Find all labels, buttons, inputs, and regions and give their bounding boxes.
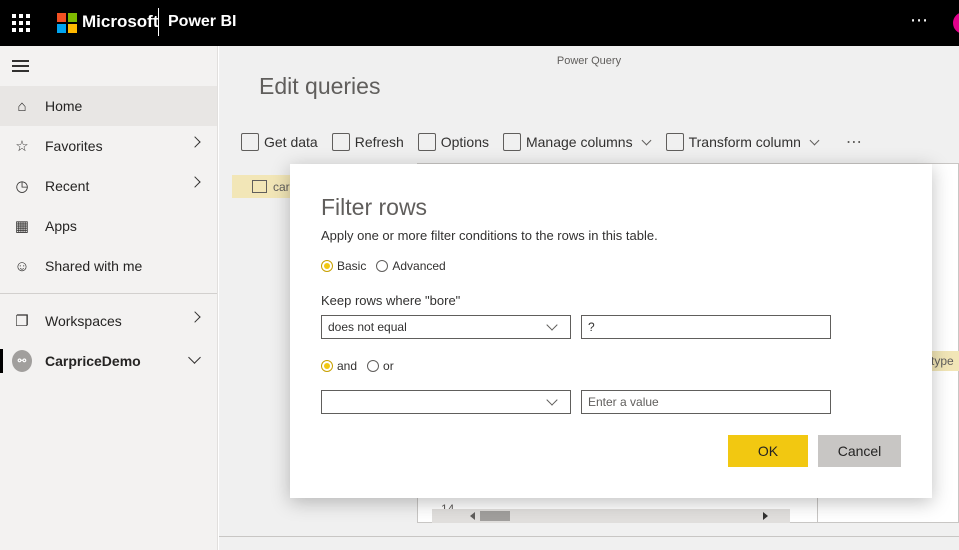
dialog-title: Filter rows xyxy=(321,194,428,220)
app-launcher-icon[interactable] xyxy=(12,14,30,32)
advanced-radio[interactable] xyxy=(376,260,389,272)
more-options-icon[interactable]: ⋯ xyxy=(910,10,929,31)
advanced-label[interactable]: Advanced xyxy=(392,259,445,273)
brand-divider xyxy=(158,8,159,36)
nav-item-carpricedemo[interactable]: ⚯ CarpriceDemo xyxy=(0,341,217,381)
nav-item-label: Favorites xyxy=(45,138,103,154)
transform-icon xyxy=(665,133,684,151)
left-nav: ⌂ Home ☆ Favorites ◷ Recent ▦ Apps ☺ Sha… xyxy=(0,46,218,550)
chevron-down-icon[interactable] xyxy=(188,351,201,364)
apps-icon: ▦ xyxy=(14,218,30,235)
clock-icon: ◷ xyxy=(15,178,29,195)
options-icon xyxy=(417,133,436,151)
nav-item-shared-with-me[interactable]: ☺ Shared with me xyxy=(0,246,217,286)
nav-item-workspaces[interactable]: ❐ Workspaces xyxy=(0,301,217,341)
basic-label[interactable]: Basic xyxy=(337,259,366,273)
microsoft-logo-icon xyxy=(57,13,77,33)
nav-item-apps[interactable]: ▦ Apps xyxy=(0,206,217,246)
refresh-button[interactable]: Refresh xyxy=(331,133,404,151)
mode-radio-group: Basic Advanced xyxy=(321,259,446,273)
chevron-down-icon xyxy=(546,394,558,406)
condition2-value-input[interactable] xyxy=(581,390,831,414)
power-query-title: Power Query xyxy=(556,55,622,67)
nav-item-recent[interactable]: ◷ Recent xyxy=(0,166,217,206)
user-avatar[interactable] xyxy=(953,12,959,34)
scroll-left-icon[interactable] xyxy=(470,512,475,520)
nav-divider xyxy=(0,293,217,294)
transform-column-button[interactable]: Transform column xyxy=(665,133,820,151)
columns-icon xyxy=(502,133,521,151)
get-data-button[interactable]: Get data xyxy=(241,133,318,151)
or-radio[interactable] xyxy=(367,360,380,372)
nav-item-label: CarpriceDemo xyxy=(45,353,141,369)
microsoft-brand: Microsoft xyxy=(82,12,159,31)
workspaces-icon: ❐ xyxy=(15,313,29,330)
basic-radio[interactable] xyxy=(321,260,333,272)
refresh-label: Refresh xyxy=(354,134,404,150)
condition1-operator-select[interactable]: does not equal xyxy=(321,315,571,339)
scroll-right-icon[interactable] xyxy=(763,512,768,520)
nav-item-home[interactable]: ⌂ Home xyxy=(0,86,217,126)
dialog-description: Apply one or more filter conditions to t… xyxy=(321,228,658,243)
nav-item-label: Workspaces xyxy=(45,313,122,329)
condition1-value-input[interactable] xyxy=(581,315,831,339)
query-name: car xyxy=(273,179,290,194)
and-label[interactable]: and xyxy=(337,359,357,373)
nav-item-label: Recent xyxy=(45,178,90,194)
logic-radio-group: and or xyxy=(321,359,394,373)
condition1-operator-value: does not equal xyxy=(328,320,407,334)
pq-toolbar: Get data Refresh Options Manage columns … xyxy=(219,122,959,162)
shared-icon: ☺ xyxy=(14,257,30,275)
table-icon xyxy=(252,180,267,193)
star-icon: ☆ xyxy=(15,138,29,155)
chevron-right-icon[interactable] xyxy=(189,136,201,148)
options-label: Options xyxy=(440,134,489,150)
filter-rows-dialog: Filter rows Apply one or more filter con… xyxy=(290,164,932,498)
and-radio[interactable] xyxy=(321,360,333,372)
refresh-icon xyxy=(331,133,350,151)
hamburger-menu-icon[interactable] xyxy=(12,60,29,72)
manage-columns-button[interactable]: Manage columns xyxy=(502,133,652,151)
transform-column-label: Transform column xyxy=(688,134,801,150)
top-bar: Microsoft Power BI ⋯ xyxy=(0,0,959,46)
home-icon: ⌂ xyxy=(17,97,27,115)
footer-divider xyxy=(219,536,959,537)
nav-item-favorites[interactable]: ☆ Favorites xyxy=(0,126,217,166)
options-button[interactable]: Options xyxy=(417,133,489,151)
more-commands-icon[interactable]: ⋯ xyxy=(846,132,863,152)
cancel-button[interactable]: Cancel xyxy=(818,435,901,467)
current-indicator xyxy=(0,349,3,373)
get-data-label: Get data xyxy=(264,134,318,150)
chevron-down-icon xyxy=(546,319,558,331)
chevron-right-icon[interactable] xyxy=(189,176,201,188)
manage-columns-label: Manage columns xyxy=(525,134,633,150)
chevron-down-icon xyxy=(641,135,652,145)
workspace-avatar-icon: ⚯ xyxy=(12,350,32,372)
chevron-down-icon xyxy=(809,135,820,145)
nav-item-label: Shared with me xyxy=(45,258,143,274)
nav-item-label: Apps xyxy=(45,218,77,234)
document-icon xyxy=(241,133,259,151)
keep-rows-label: Keep rows where "bore" xyxy=(321,293,461,308)
or-label[interactable]: or xyxy=(383,359,394,373)
page-title: Edit queries xyxy=(259,73,381,99)
nav-item-label: Home xyxy=(45,98,83,114)
chevron-right-icon[interactable] xyxy=(189,311,201,323)
condition2-operator-select[interactable] xyxy=(321,390,571,414)
ok-button[interactable]: OK xyxy=(728,435,808,467)
scroll-thumb[interactable] xyxy=(480,511,510,521)
horizontal-scrollbar[interactable] xyxy=(432,509,790,523)
product-name[interactable]: Power BI xyxy=(168,13,236,31)
